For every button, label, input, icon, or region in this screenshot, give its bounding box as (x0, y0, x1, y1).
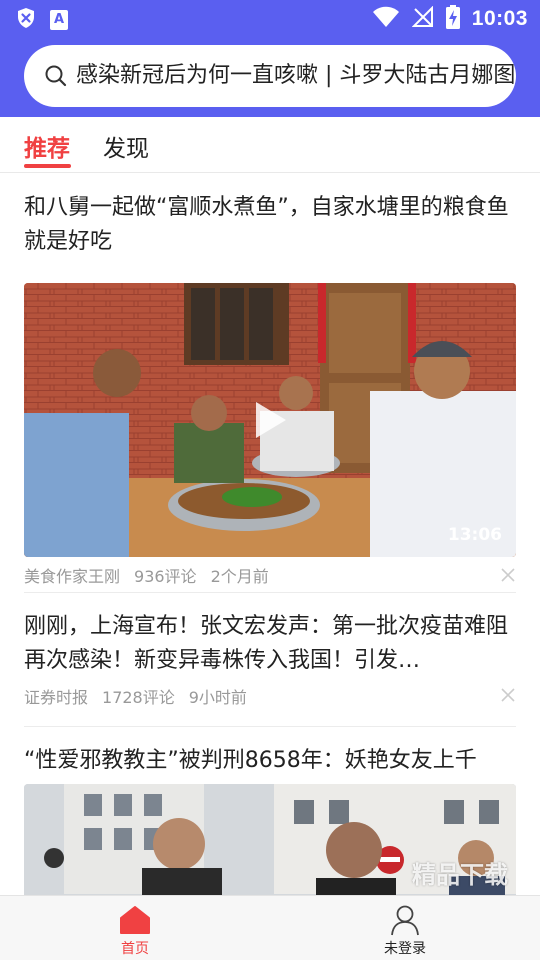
home-icon (120, 906, 150, 938)
status-bar: A 10:03 (0, 0, 540, 36)
nav-home-label: 首页 (121, 941, 149, 957)
nav-home[interactable]: 首页 (75, 896, 195, 960)
search-bar[interactable]: 感染新冠后为何一直咳嗽 | 斗罗大陆古月娜图 (24, 45, 516, 107)
app-header: A 10:03 感染新冠后为何一直咳嗽 | 斗罗大陆古月娜图 (0, 0, 540, 117)
article-title[interactable]: “性爱邪教教主”被判刑8658年：妖艳女友上千 (24, 744, 477, 778)
search-icon (44, 64, 68, 92)
bottom-navigation: 首页 未登录 (0, 895, 540, 960)
feed-item-image[interactable]: “性爱邪教教主”被判刑8658年：妖艳女友上千 精品下载 (24, 173, 516, 895)
search-hint-text: 感染新冠后为何一直咳嗽 | 斗罗大陆古月娜图 (76, 63, 516, 88)
news-feed[interactable]: 和八舅一起做“富顺水煮鱼”，自家水塘里的粮食鱼就是好吃 13:06 美食作家王刚… (0, 173, 540, 895)
user-icon (390, 904, 420, 940)
clock: 10:03 (471, 7, 528, 30)
no-signal-icon (411, 5, 434, 32)
battery-charging-icon (445, 5, 460, 33)
app-a-icon: A (50, 10, 68, 30)
tab-recommend[interactable]: 推荐 (24, 129, 70, 163)
watermark-text: 精品下载 (412, 861, 508, 889)
shield-x-icon (16, 7, 36, 33)
nav-login-label: 未登录 (384, 941, 426, 957)
wifi-icon (372, 6, 400, 32)
channel-tabs: 推荐 发现 (0, 117, 540, 173)
active-tab-indicator (24, 164, 71, 168)
article-thumbnail[interactable]: 精品下载 (24, 784, 516, 895)
nav-login[interactable]: 未登录 (345, 896, 465, 960)
tab-discover[interactable]: 发现 (103, 129, 149, 163)
